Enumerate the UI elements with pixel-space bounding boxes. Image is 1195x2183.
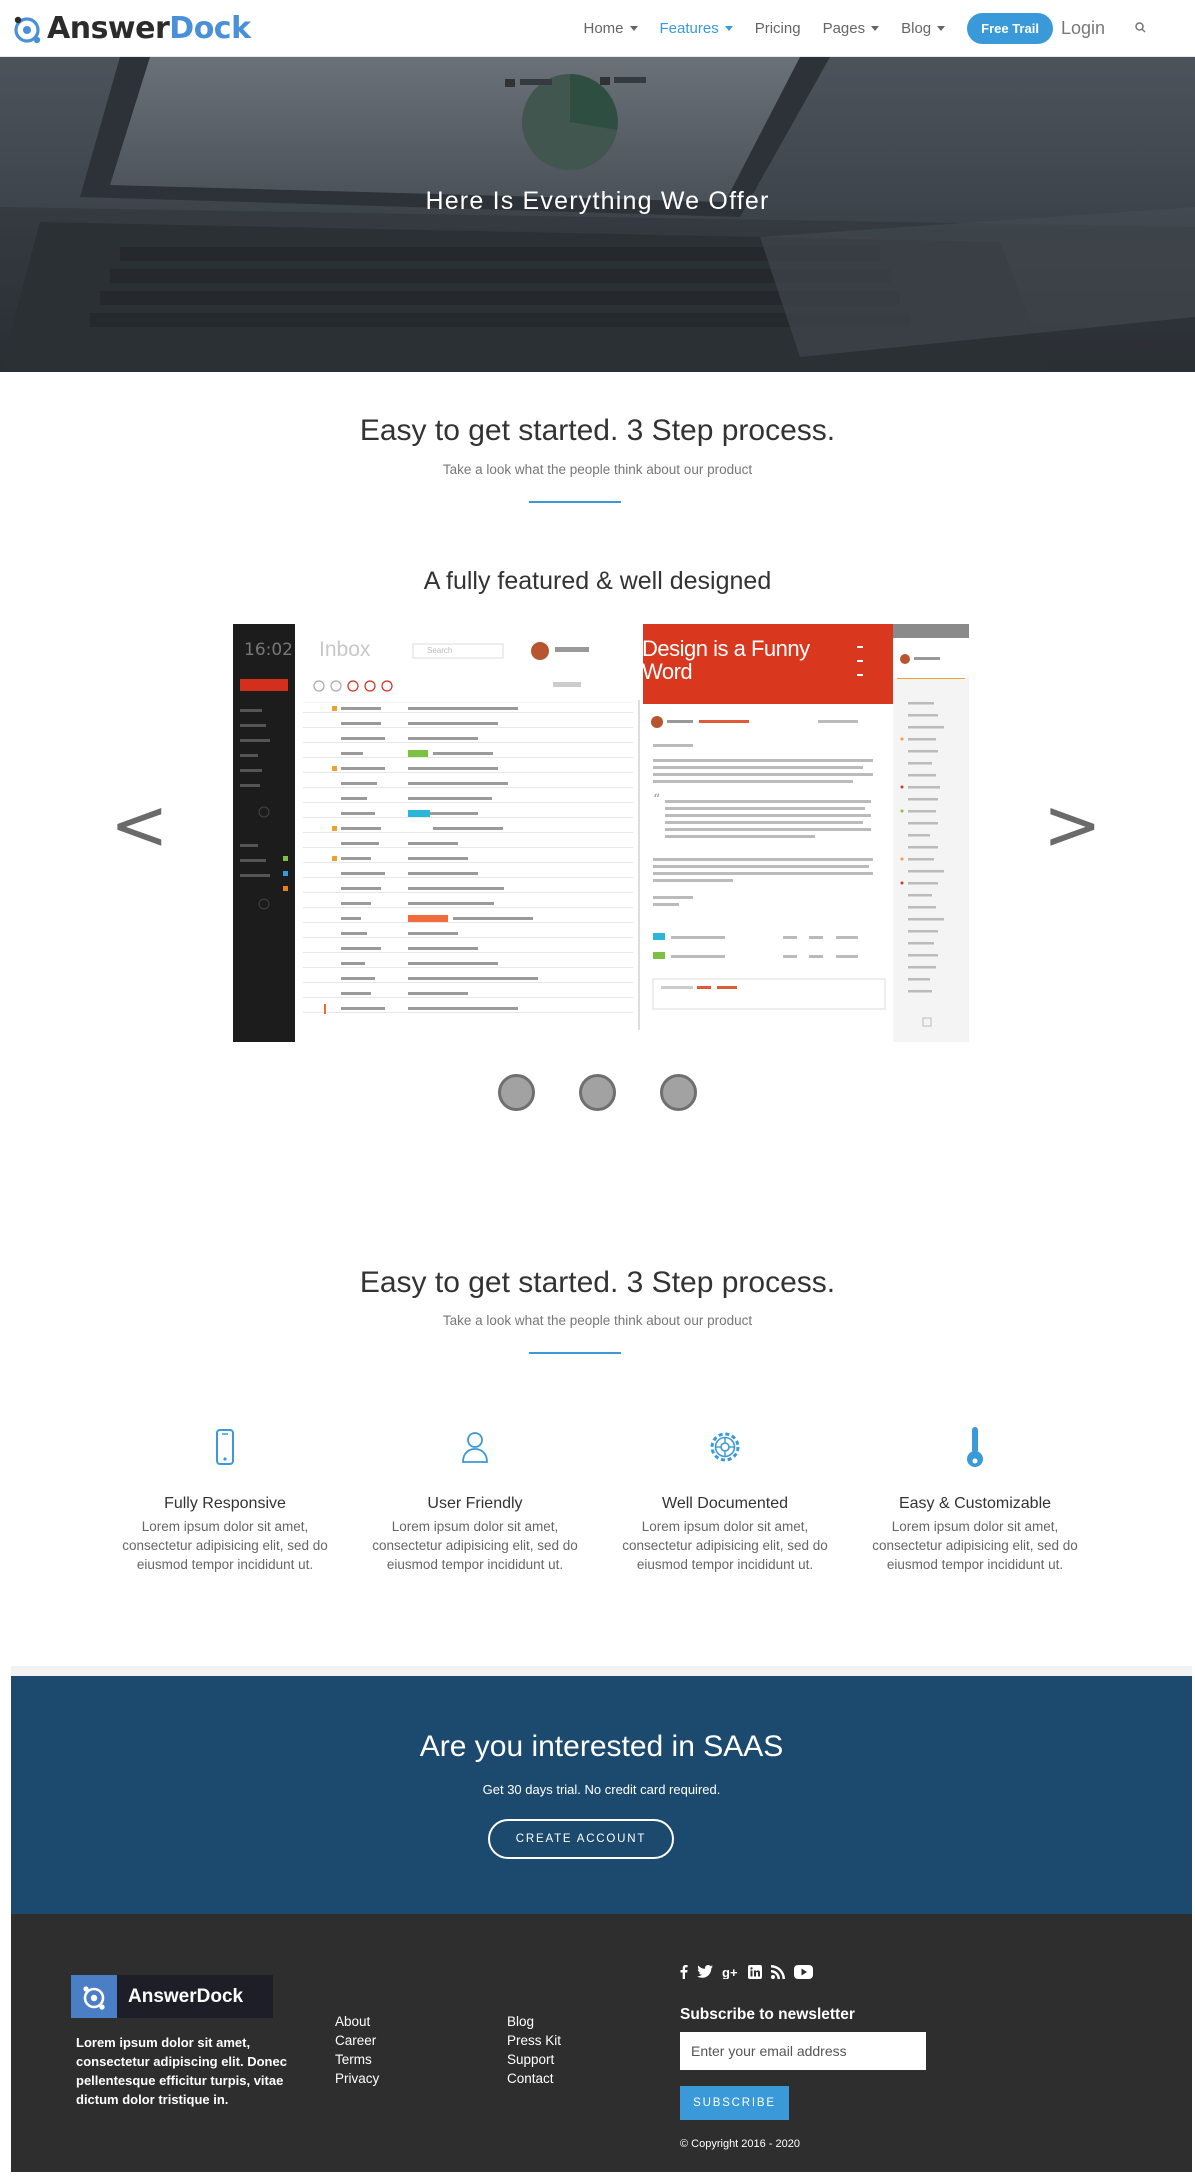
brand-logo[interactable]: AnswerDock — [11, 11, 251, 46]
clock-text: 16:02 — [244, 640, 293, 660]
nav-item-blog[interactable]: Blog — [901, 19, 946, 37]
carousel-indicators — [0, 1074, 1195, 1111]
feature-desc: Lorem ipsum dolor sit amet, consectetur … — [872, 1519, 1078, 1572]
cta-title: Are you interested in SAAS — [419, 1730, 784, 1763]
feature-title: Well Documented — [662, 1495, 788, 1512]
youtube-icon[interactable] — [794, 1964, 813, 1979]
footer-link-press-kit[interactable]: Press Kit — [507, 2031, 561, 2050]
nav-item-features[interactable]: Features — [660, 20, 733, 37]
nav-item-pricing-label: Pricing — [754, 19, 801, 37]
copyright-text: © Copyright 2016 - 2020 — [680, 2138, 801, 2150]
logo-icon — [11, 12, 45, 46]
google-plus-icon[interactable]: g+ — [722, 1965, 739, 1979]
inbox-search: Search — [427, 646, 453, 655]
chevron-down-icon — [871, 25, 880, 31]
footer-link-terms[interactable]: Terms — [335, 2050, 379, 2069]
brand-name: AnswerDock — [47, 11, 251, 46]
key-icon — [850, 1424, 1100, 1470]
nav-item-home-label: Home — [583, 19, 624, 37]
brand-name-part1: Answer — [47, 11, 170, 46]
nav-item-blog-label: Blog — [901, 19, 932, 37]
rss-icon[interactable] — [771, 1964, 785, 1979]
svg-text:“: “ — [653, 792, 660, 808]
carousel-dot-1[interactable] — [498, 1074, 535, 1111]
social-links: g+ — [680, 1964, 822, 1979]
svg-text:g+: g+ — [722, 1965, 738, 1979]
page: AnswerDock Home Features Pricing Pages B… — [0, 0, 1195, 2183]
nav-item-features-label: Features — [659, 19, 719, 37]
carousel-prev-button[interactable]: < — [110, 790, 169, 860]
nav-item-pricing[interactable]: Pricing — [755, 20, 801, 37]
chevron-down-icon — [724, 25, 733, 31]
promo-title-line2: Word — [642, 659, 693, 684]
feature-card: Well Documented Lorem ipsum dolor sit am… — [600, 1424, 850, 1574]
nav-item-pages-label: Pages — [822, 19, 866, 37]
feature-title: Easy & Customizable — [898, 1495, 1052, 1512]
promo-title: Design is a Funny Word — [642, 637, 810, 683]
nav-item-pages[interactable]: Pages — [823, 20, 880, 37]
showcase-heading: A fully featured & well designed — [423, 567, 772, 595]
feature-title: Fully Responsive — [164, 1495, 286, 1512]
nav-item-home[interactable]: Home — [583, 19, 638, 37]
cta-subtitle: Get 30 days trial. No credit card requir… — [482, 1782, 721, 1797]
carousel-dot-2[interactable] — [579, 1074, 616, 1111]
gear-icon — [600, 1424, 850, 1470]
footer-link-about[interactable]: About — [335, 2012, 379, 2031]
footer-brand-name: AnswerDock — [128, 1985, 244, 2007]
feature-title: User Friendly — [427, 1495, 523, 1512]
footer-link-support[interactable]: Support — [507, 2050, 561, 2069]
section-title-2: Easy to get started. 3 Step process. — [359, 1266, 836, 1299]
logo-icon — [71, 1975, 117, 2018]
newsletter-email-input[interactable] — [680, 2032, 926, 2070]
feature-card: User Friendly Lorem ipsum dolor sit amet… — [350, 1424, 600, 1574]
section-subtitle: Take a look what the people think about … — [442, 462, 753, 477]
brand-name-part2: Dock — [169, 11, 251, 46]
footer-link-blog[interactable]: Blog — [507, 2012, 561, 2031]
inbox-title: Inbox — [319, 638, 371, 661]
features-row: Fully Responsive Lorem ipsum dolor sit a… — [100, 1424, 1100, 1574]
footer-link-career[interactable]: Career — [335, 2031, 379, 2050]
section-title: Easy to get started. 3 Step process. — [359, 414, 836, 447]
feature-card: Fully Responsive Lorem ipsum dolor sit a… — [100, 1424, 350, 1574]
feature-desc: Lorem ipsum dolor sit amet, consectetur … — [372, 1519, 578, 1572]
section-divider-2 — [529, 1352, 621, 1354]
promo-title-line1: Design is a Funny — [642, 636, 810, 661]
login-link[interactable]: Login — [1061, 18, 1105, 39]
user-icon — [350, 1424, 600, 1470]
carousel-dot-3[interactable] — [660, 1074, 697, 1111]
footer: AnswerDock Lorem ipsum dolor sit amet, c… — [11, 1914, 1192, 2172]
footer-link-privacy[interactable]: Privacy — [335, 2069, 379, 2088]
footer-logo[interactable]: AnswerDock — [71, 1975, 273, 2018]
create-account-button[interactable]: CREATE ACCOUNT — [488, 1819, 674, 1859]
feature-card: Easy & Customizable Lorem ipsum dolor si… — [850, 1424, 1100, 1574]
compose-button — [252, 665, 292, 675]
search-icon[interactable] — [1133, 20, 1149, 36]
footer-about-text: Lorem ipsum dolor sit amet, consectetur … — [76, 2035, 287, 2107]
footer-link-contact[interactable]: Contact — [507, 2069, 561, 2088]
feature-desc: Lorem ipsum dolor sit amet, consectetur … — [622, 1519, 828, 1572]
hero-banner: Here Is Everything We Offer — [0, 57, 1195, 372]
main-menu: Home Features Pricing Pages Blog Free Tr… — [583, 0, 1195, 56]
navbar: AnswerDock Home Features Pricing Pages B… — [0, 0, 1195, 57]
carousel-slide-image: “ 16:02 Inbox Search Design is a Funny W… — [233, 624, 969, 1042]
footer-links-col-2: Blog Press Kit Support Contact — [507, 2012, 561, 2088]
carousel-next-button[interactable]: > — [1043, 790, 1102, 860]
mobile-icon — [100, 1424, 350, 1470]
linkedin-icon[interactable] — [748, 1964, 762, 1979]
section-divider — [529, 501, 621, 503]
hero-title: Here Is Everything We Offer — [425, 187, 770, 215]
newsletter-title: Subscribe to newsletter — [680, 2006, 855, 2023]
free-trial-button[interactable]: Free Trail — [967, 12, 1053, 44]
footer-links-col-1: About Career Terms Privacy — [335, 2012, 379, 2088]
twitter-icon[interactable] — [697, 1965, 713, 1978]
section-subtitle-2: Take a look what the people think about … — [442, 1313, 753, 1328]
cta-banner: Are you interested in SAAS Get 30 days t… — [11, 1676, 1192, 1914]
facebook-icon[interactable] — [680, 1964, 688, 1979]
subscribe-button[interactable]: SUBSCRIBE — [680, 2086, 789, 2120]
chevron-down-icon — [937, 25, 946, 31]
chevron-down-icon — [629, 25, 638, 31]
cta-top-strip — [11, 1666, 1192, 1676]
feature-desc: Lorem ipsum dolor sit amet, consectetur … — [122, 1519, 328, 1572]
